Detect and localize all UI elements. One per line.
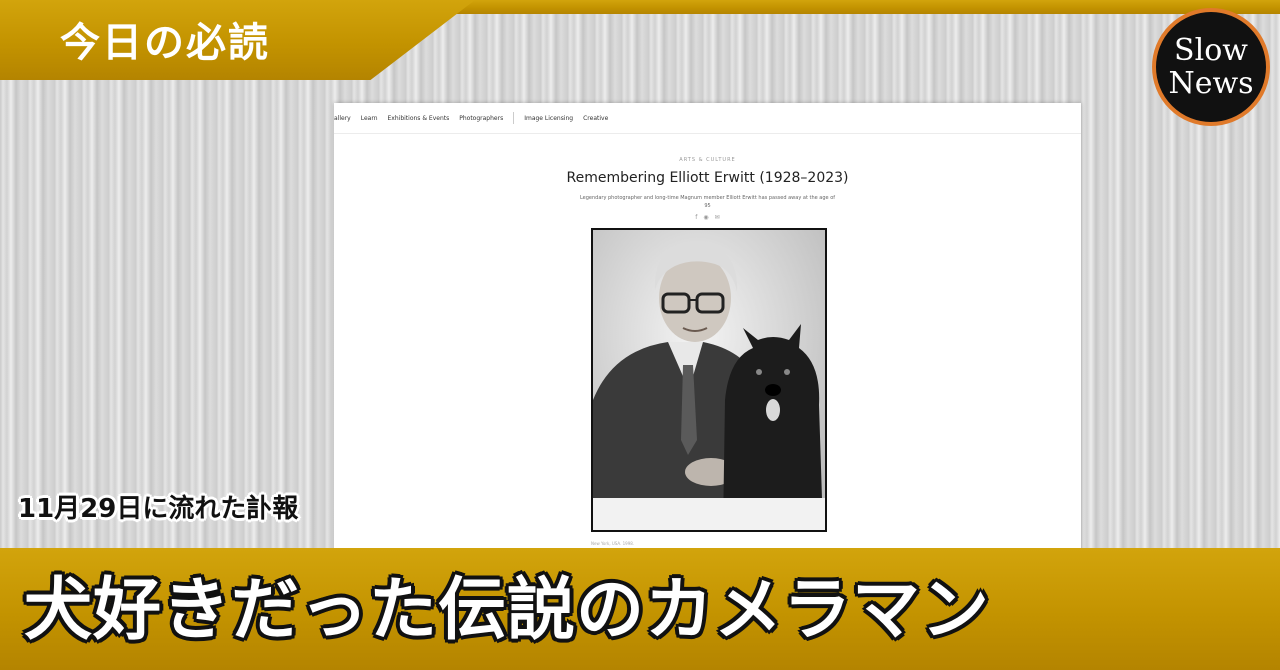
nav-item-exhibitions[interactable]: Exhibitions & Events (388, 115, 450, 122)
photo-caption: New York, USA. 1998. (591, 541, 635, 546)
twitter-icon[interactable]: ◉ (703, 214, 708, 221)
article-kicker[interactable]: ARTS & CULTURE (334, 157, 1081, 163)
site-nav: allery Learn Exhibitions & Events Photog… (334, 103, 1081, 134)
nav-item-gallery[interactable]: allery (334, 115, 351, 122)
portrait-illustration (593, 230, 825, 530)
article-subtitle: Legendary photographer and long-time Mag… (579, 195, 836, 209)
facebook-icon[interactable]: f (695, 214, 697, 221)
date-label: 11月29日に流れた訃報 (18, 494, 299, 524)
overlay-headline: 犬好きだった伝説のカメラマン (24, 571, 991, 650)
article-title: Remembering Elliott Erwitt (1928–2023) (566, 170, 849, 186)
website-screenshot: allery Learn Exhibitions & Events Photog… (334, 103, 1081, 553)
nav-item-creative[interactable]: Creative (583, 115, 608, 122)
slownews-logo: Slow News (1152, 8, 1270, 126)
article: ARTS & CULTURE Remembering Elliott Erwit… (334, 157, 1081, 221)
nav-item-learn[interactable]: Learn (361, 115, 378, 122)
email-icon[interactable]: ✉ (715, 214, 720, 221)
share-bar: f ◉ ✉ (334, 214, 1081, 221)
nav-item-image-licensing[interactable]: Image Licensing (524, 115, 573, 122)
logo-line-2: News (1168, 66, 1254, 101)
section-tag: 今日の必読 (0, 0, 475, 80)
portrait-photo (591, 228, 827, 532)
nav-divider (513, 112, 515, 124)
logo-line-1: Slow (1174, 33, 1248, 68)
section-tag-label: 今日の必読 (60, 20, 270, 66)
nav-item-photographers[interactable]: Photographers (459, 115, 503, 122)
